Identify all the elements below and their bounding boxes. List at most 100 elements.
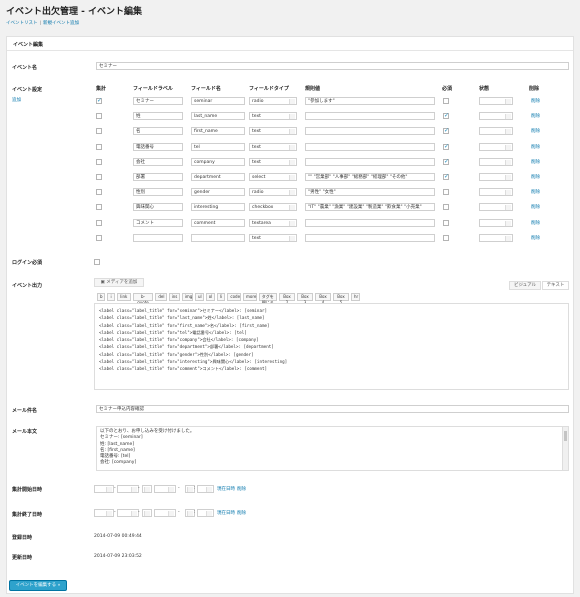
- date-part-select[interactable]: [142, 485, 152, 493]
- state-select[interactable]: [479, 188, 513, 197]
- aggregate-checkbox[interactable]: [96, 219, 102, 226]
- mail-body-textarea[interactable]: 以下のとおり、お申し込みを受け付けました。 セミナー: [seminar] 姓: […: [96, 426, 569, 471]
- required-checkbox[interactable]: ✓: [443, 158, 449, 165]
- delete-field-link[interactable]: 削除: [531, 220, 540, 226]
- field-options-input[interactable]: [305, 218, 435, 227]
- field-label-input[interactable]: セミナー: [133, 97, 183, 105]
- field-type-select[interactable]: text: [249, 127, 297, 136]
- field-name-input[interactable]: last_name: [191, 112, 245, 121]
- add-field-link[interactable]: 追加: [12, 97, 21, 103]
- field-label-input[interactable]: 興味関心: [133, 203, 183, 212]
- quicktag-button[interactable]: hr: [351, 293, 360, 301]
- delete-field-link[interactable]: 削除: [531, 235, 540, 241]
- quicktag-button[interactable]: ul: [195, 293, 204, 301]
- state-select[interactable]: [479, 97, 513, 105]
- required-checkbox[interactable]: [443, 189, 449, 196]
- aggregate-checkbox[interactable]: [96, 174, 102, 180]
- field-type-select[interactable]: radio: [249, 97, 297, 105]
- field-type-select[interactable]: text: [249, 142, 297, 151]
- delete-field-link[interactable]: 削除: [531, 113, 540, 119]
- field-type-select[interactable]: text: [249, 112, 297, 121]
- event-name-input[interactable]: セミナー: [96, 62, 569, 70]
- state-select[interactable]: [479, 157, 513, 166]
- quicktag-button[interactable]: more: [243, 293, 257, 301]
- aggregate-checkbox[interactable]: ✓: [96, 98, 102, 104]
- quicktag-button[interactable]: タグを閉じる: [258, 293, 277, 305]
- delete-field-link[interactable]: 削除: [531, 128, 540, 134]
- field-name-input[interactable]: seminar: [191, 97, 245, 105]
- date-part-select[interactable]: [154, 485, 176, 493]
- date-part-select[interactable]: [117, 509, 139, 517]
- field-options-input[interactable]: [305, 112, 435, 121]
- date-part-select[interactable]: [94, 485, 114, 493]
- field-options-input[interactable]: [305, 157, 435, 166]
- state-select[interactable]: [479, 142, 513, 151]
- date-part-select[interactable]: [197, 509, 214, 517]
- state-select[interactable]: [479, 112, 513, 121]
- required-checkbox[interactable]: [443, 204, 449, 211]
- field-name-input[interactable]: first_name: [191, 127, 245, 136]
- field-options-input[interactable]: [305, 233, 435, 242]
- set-now-link[interactable]: 現在日時: [217, 486, 235, 492]
- aggregate-checkbox[interactable]: [96, 158, 102, 165]
- field-label-input[interactable]: 姓: [133, 112, 183, 121]
- field-label-input[interactable]: 会社: [133, 157, 183, 166]
- field-name-input[interactable]: company: [191, 157, 245, 166]
- quicktag-button[interactable]: b-quote: [132, 293, 154, 305]
- aggregate-checkbox[interactable]: [96, 189, 102, 196]
- mail-body-scrollbar[interactable]: [562, 427, 568, 470]
- field-name-input[interactable]: gender: [191, 188, 245, 197]
- delete-field-link[interactable]: 削除: [531, 204, 540, 210]
- field-type-select[interactable]: text: [249, 233, 297, 242]
- new-event-link[interactable]: 新規イベント追加: [43, 21, 79, 26]
- field-name-input[interactable]: department: [191, 173, 245, 181]
- field-options-input[interactable]: [305, 142, 435, 151]
- field-type-select[interactable]: select: [249, 173, 297, 181]
- tab-text[interactable]: テキスト: [542, 281, 569, 290]
- date-part-select[interactable]: [154, 509, 176, 517]
- aggregate-checkbox[interactable]: [96, 234, 102, 241]
- field-label-input[interactable]: 電話番号: [133, 142, 183, 151]
- date-part-select[interactable]: [142, 509, 152, 517]
- delete-field-link[interactable]: 削除: [531, 189, 540, 195]
- field-options-input[interactable]: "IT" "農業" "漁業" "建設業" "製造業" "飲食業" "小売業": [305, 203, 435, 212]
- aggregate-checkbox[interactable]: [96, 204, 102, 211]
- submit-button[interactable]: イベントを編集する »: [9, 580, 67, 591]
- field-label-input[interactable]: 名: [133, 127, 183, 136]
- quicktag-button[interactable]: Box 3: [297, 293, 313, 305]
- clear-date-link[interactable]: 削除: [237, 510, 246, 516]
- clear-date-link[interactable]: 削除: [237, 486, 246, 492]
- required-checkbox[interactable]: [443, 98, 449, 104]
- field-name-input[interactable]: tel: [191, 142, 245, 151]
- field-name-input[interactable]: comment: [191, 218, 245, 227]
- field-type-select[interactable]: checkbox: [249, 203, 297, 212]
- quicktag-button[interactable]: del: [155, 293, 167, 301]
- required-checkbox[interactable]: [443, 219, 449, 226]
- field-label-input[interactable]: 部署: [133, 173, 183, 181]
- delete-field-link[interactable]: 削除: [531, 174, 540, 180]
- date-part-select[interactable]: [197, 485, 214, 493]
- quicktag-button[interactable]: li: [216, 293, 226, 301]
- login-required-checkbox[interactable]: [94, 259, 100, 265]
- state-select[interactable]: [479, 233, 513, 242]
- field-label-input[interactable]: 性別: [133, 188, 183, 197]
- output-editor[interactable]: <label class="label_title" for="seminar"…: [94, 303, 569, 390]
- quicktag-button[interactable]: Box 4: [315, 293, 331, 305]
- field-type-select[interactable]: textarea: [249, 218, 297, 227]
- quicktag-button[interactable]: Box 2: [279, 293, 295, 305]
- delete-field-link[interactable]: 削除: [531, 144, 540, 150]
- field-options-input[interactable]: "参加します": [305, 97, 435, 105]
- field-label-input[interactable]: [133, 233, 183, 242]
- quicktag-button[interactable]: img: [181, 293, 193, 301]
- required-checkbox[interactable]: ✓: [443, 128, 449, 135]
- field-options-input[interactable]: "男性" "女性": [305, 188, 435, 197]
- quicktag-button[interactable]: code: [227, 293, 241, 301]
- set-now-link[interactable]: 現在日時: [217, 510, 235, 516]
- quicktag-button[interactable]: i: [107, 293, 115, 301]
- state-select[interactable]: [479, 173, 513, 181]
- quicktag-button[interactable]: Box 5: [333, 293, 349, 305]
- quicktag-button[interactable]: b: [97, 293, 105, 301]
- delete-field-link[interactable]: 削除: [531, 98, 540, 104]
- quicktag-button[interactable]: ol: [205, 293, 215, 301]
- field-name-input[interactable]: interesting: [191, 203, 245, 212]
